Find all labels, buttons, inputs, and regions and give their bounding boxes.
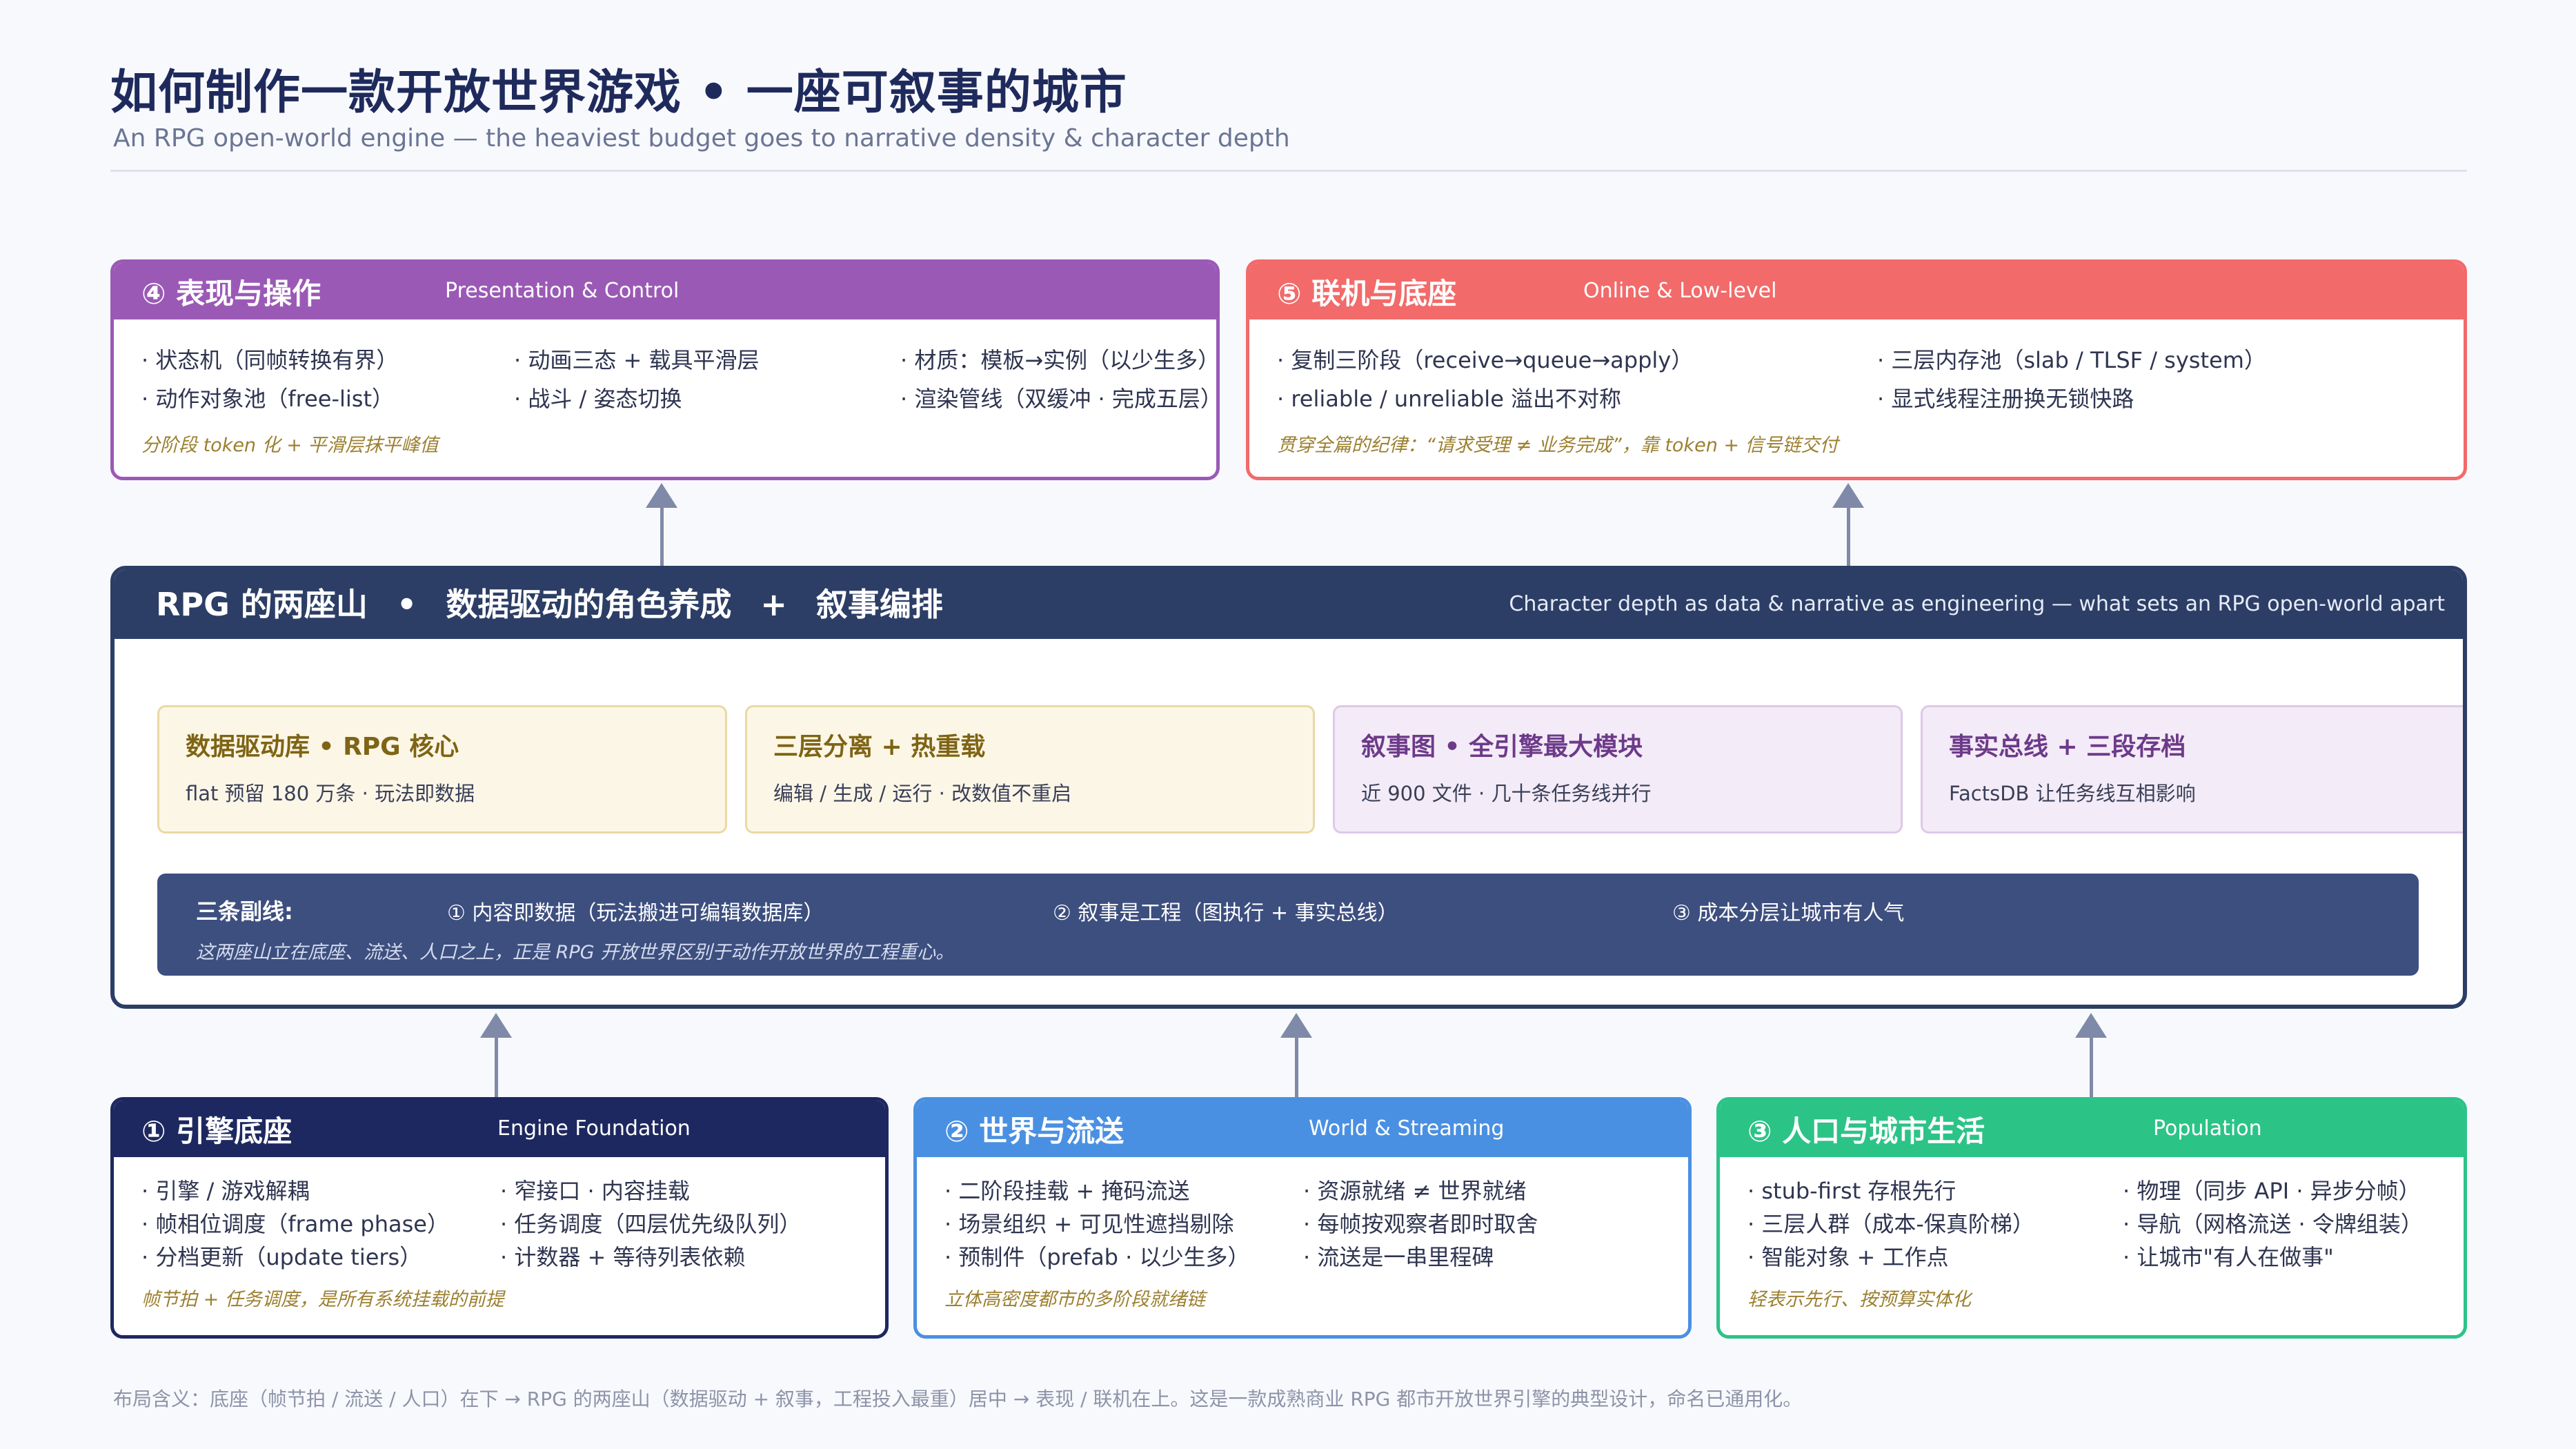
module-body: · 二阶段挂载 + 掩码流送 · 场景组织 + 可见性遮挡剔除 · 预制件（pr… bbox=[917, 1157, 1688, 1335]
bullet-item: · 让城市"有人在做事" bbox=[2123, 1244, 2334, 1270]
core-title-part: 叙事编排 bbox=[815, 586, 943, 623]
module-note: 帧节拍 + 任务调度，是所有系统挂载的前提 bbox=[141, 1289, 504, 1310]
threads-label: 三条副线: bbox=[196, 898, 293, 925]
bullet-item: · 物理（同步 API · 异步分帧） bbox=[2123, 1178, 2421, 1204]
module-subtitle: Population bbox=[2153, 1116, 2262, 1141]
bullet-item: · 状态机（同帧转换有界） bbox=[141, 347, 399, 373]
bullet-item: · 引擎 / 游戏解耦 bbox=[141, 1178, 310, 1204]
arrow-up-icon bbox=[646, 483, 677, 508]
module-presentation-control: ④ 表现与操作 Presentation & Control · 状态机（同帧转… bbox=[110, 259, 1220, 480]
bullet-item: · 显式线程注册换无锁快路 bbox=[1877, 386, 2134, 412]
card-title: 数据驱动库 • RPG 核心 bbox=[186, 733, 459, 761]
module-engine-foundation: ① 引擎底座 Engine Foundation · 引擎 / 游戏解耦 · 帧… bbox=[110, 1097, 889, 1339]
module-population: ③ 人口与城市生活 Population · stub-first 存根先行 ·… bbox=[1716, 1097, 2467, 1339]
bullet-item: · 计数器 + 等待列表依赖 bbox=[500, 1244, 746, 1270]
card-description: 编辑 / 生成 / 运行 · 改数值不重启 bbox=[773, 782, 1072, 805]
bullet-item: · 任务调度（四层优先级队列） bbox=[500, 1211, 802, 1237]
bullet-item: · 复制三阶段（receive→queue→apply） bbox=[1277, 347, 1694, 373]
card-title: 事实总线 + 三段存档 bbox=[1949, 733, 2186, 761]
core-card: 数据驱动库 • RPG 核心 flat 预留 180 万条 · 玩法即数据 bbox=[157, 705, 727, 834]
bullet-item: · 每帧按观察者即时取舍 bbox=[1303, 1211, 1538, 1237]
module-note: 贯穿全篇的纪律：“请求受理 ≠ 业务完成”，靠 token + 信号链交付 bbox=[1277, 435, 1839, 456]
arrow-up-icon bbox=[480, 1013, 512, 1038]
page-subtitle: An RPG open-world engine — the heaviest … bbox=[113, 124, 1290, 152]
card-description: flat 预留 180 万条 · 玩法即数据 bbox=[186, 782, 475, 805]
module-header: ③ 人口与城市生活 Population bbox=[1720, 1101, 2464, 1157]
arrow-shaft bbox=[660, 506, 664, 566]
rpg-core-panel: RPG 的两座山 • 数据驱动的角色养成 + 叙事编排 Character depth … bbox=[110, 566, 2467, 1009]
card-description: 近 900 文件 · 几十条任务线并行 bbox=[1361, 782, 1652, 805]
core-card: 三层分离 + 热重载 编辑 / 生成 / 运行 · 改数值不重启 bbox=[745, 705, 1315, 834]
module-header: ④ 表现与操作 Presentation & Control bbox=[114, 263, 1216, 319]
module-body: · 引擎 / 游戏解耦 · 帧相位调度（frame phase） · 分档更新（… bbox=[114, 1157, 885, 1335]
bullet-item: · 材质：模板→实例（以少生多） bbox=[900, 347, 1220, 373]
module-header: ① 引擎底座 Engine Foundation bbox=[114, 1101, 885, 1157]
card-title: 叙事图 • 全引擎最大模块 bbox=[1361, 733, 1643, 761]
module-note: 立体高密度都市的多阶段就绪链 bbox=[944, 1289, 1205, 1310]
bullet-item: · stub-first 存根先行 bbox=[1747, 1178, 1956, 1204]
core-title-part: 数据驱动的角色养成 bbox=[446, 586, 732, 623]
bullet-item: · 流送是一串里程碑 bbox=[1303, 1244, 1494, 1270]
core-subtitle: Character depth as data & narrative as e… bbox=[1509, 592, 2445, 616]
module-header: ② 世界与流送 World & Streaming bbox=[917, 1101, 1688, 1157]
module-title: ⑤ 联机与底座 bbox=[1277, 276, 1457, 310]
module-subtitle: Online & Low-level bbox=[1583, 279, 1777, 303]
bullet-item: · 分档更新（update tiers） bbox=[141, 1244, 422, 1270]
bullet-item: · 战斗 / 姿态切换 bbox=[514, 386, 682, 412]
module-title: ④ 表现与操作 bbox=[141, 276, 321, 310]
arrow-up-icon bbox=[1832, 483, 1864, 508]
thread-item: ② 叙事是工程（图执行 + 事实总线） bbox=[1053, 901, 1398, 925]
module-subtitle: Presentation & Control bbox=[445, 279, 680, 303]
bullet-item: · 三层人群（成本-保真阶梯） bbox=[1747, 1211, 2034, 1237]
arrow-shaft bbox=[1295, 1036, 1298, 1097]
footer-caption: 布局含义：底座（帧节拍 / 流送 / 人口）在下 → RPG 的两座山（数据驱动… bbox=[113, 1388, 1803, 1410]
bullet-item: · 预制件（prefab · 以少生多） bbox=[944, 1244, 1250, 1270]
bullet-item: · 导航（网格流送 · 令牌组装） bbox=[2123, 1211, 2423, 1237]
thread-item: ③ 成本分层让城市有人气 bbox=[1672, 901, 1905, 925]
arrow-shaft bbox=[1847, 506, 1850, 566]
bullet-item: · 渲染管线（双缓冲 · 完成五层） bbox=[900, 386, 1220, 412]
arrow-up-icon bbox=[1280, 1013, 1312, 1038]
card-description: FactsDB 让任务线互相影响 bbox=[1949, 782, 2196, 805]
bullet-item: · 动画三态 + 载具平滑层 bbox=[514, 347, 760, 373]
module-title: ① 引擎底座 bbox=[141, 1114, 293, 1148]
module-title: ③ 人口与城市生活 bbox=[1747, 1114, 1985, 1148]
core-header: RPG 的两座山 • 数据驱动的角色养成 + 叙事编排 Character depth … bbox=[115, 570, 2463, 639]
core-title-separator: • bbox=[396, 586, 417, 623]
threads-note: 这两座山立在底座、流送、人口之上，正是 RPG 开放世界区别于动作开放世界的工程… bbox=[196, 942, 955, 963]
module-note: 轻表示先行、按预算实体化 bbox=[1747, 1289, 1971, 1310]
bullet-item: · 二阶段挂载 + 掩码流送 bbox=[944, 1178, 1190, 1204]
header-divider bbox=[110, 170, 2467, 172]
core-title-part: RPG 的两座山 bbox=[156, 586, 368, 623]
bullet-item: · reliable / unreliable 溢出不对称 bbox=[1277, 386, 1622, 412]
thread-item: ① 内容即数据（玩法搬进可编辑数据库） bbox=[447, 901, 824, 925]
core-card: 事实总线 + 三段存档 FactsDB 让任务线互相影响 bbox=[1921, 705, 2463, 834]
arrow-up-icon bbox=[2075, 1013, 2107, 1038]
module-world-streaming: ② 世界与流送 World & Streaming · 二阶段挂载 + 掩码流送… bbox=[913, 1097, 1692, 1339]
bullet-item: · 资源就绪 ≠ 世界就绪 bbox=[1303, 1178, 1527, 1204]
module-note: 分阶段 token 化 + 平滑层抹平峰值 bbox=[141, 435, 439, 456]
core-card: 叙事图 • 全引擎最大模块 近 900 文件 · 几十条任务线并行 bbox=[1333, 705, 1903, 834]
module-header: ⑤ 联机与底座 Online & Low-level bbox=[1249, 263, 2464, 319]
module-title: ② 世界与流送 bbox=[944, 1114, 1124, 1148]
module-online-lowlevel: ⑤ 联机与底座 Online & Low-level · 复制三阶段（recei… bbox=[1246, 259, 2467, 480]
arrow-shaft bbox=[2090, 1036, 2093, 1097]
module-body: · 状态机（同帧转换有界） · 动作对象池（free-list） · 动画三态 … bbox=[114, 319, 1216, 477]
side-threads-bar: 三条副线: ① 内容即数据（玩法搬进可编辑数据库） ② 叙事是工程（图执行 + … bbox=[157, 874, 2419, 976]
module-subtitle: World & Streaming bbox=[1309, 1116, 1505, 1141]
module-subtitle: Engine Foundation bbox=[497, 1116, 691, 1141]
arrow-shaft bbox=[495, 1036, 498, 1097]
core-title: RPG 的两座山 • 数据驱动的角色养成 + 叙事编排 bbox=[156, 570, 943, 639]
bullet-item: · 窄接口 · 内容挂载 bbox=[500, 1178, 690, 1204]
module-body: · stub-first 存根先行 · 三层人群（成本-保真阶梯） · 智能对象… bbox=[1720, 1157, 2464, 1335]
bullet-item: · 动作对象池（free-list） bbox=[141, 386, 394, 412]
bullet-item: · 三层内存池（slab / TLSF / system） bbox=[1877, 347, 2266, 373]
page-title: 如何制作一款开放世界游戏 • 一座可叙事的城市 bbox=[110, 66, 1127, 120]
core-title-separator: + bbox=[760, 586, 787, 623]
bullet-item: · 智能对象 + 工作点 bbox=[1747, 1244, 1949, 1270]
module-body: · 复制三阶段（receive→queue→apply） · reliable … bbox=[1249, 319, 2464, 477]
bullet-item: · 场景组织 + 可见性遮挡剔除 bbox=[944, 1211, 1234, 1237]
bullet-item: · 帧相位调度（frame phase） bbox=[141, 1211, 449, 1237]
card-title: 三层分离 + 热重载 bbox=[773, 733, 986, 761]
